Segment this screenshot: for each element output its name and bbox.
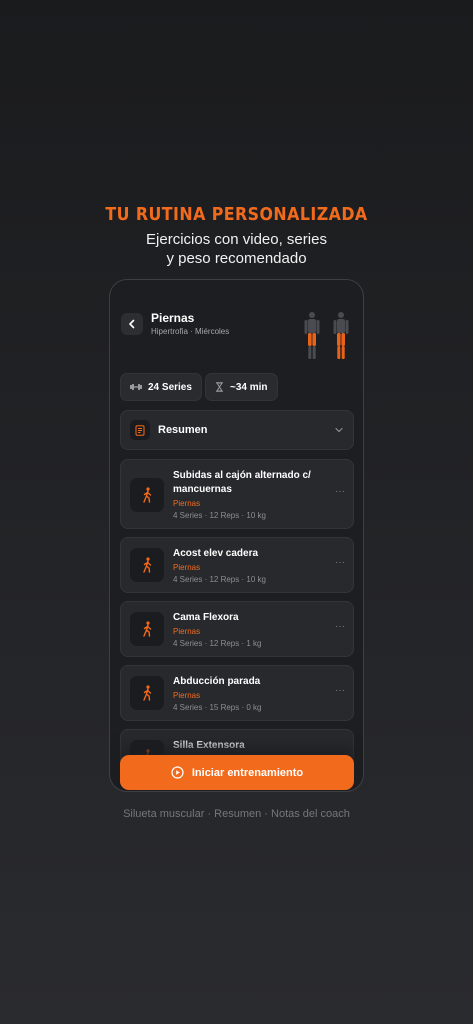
more-icon[interactable]: ··· <box>335 486 345 497</box>
play-circle-icon <box>171 766 184 779</box>
start-training-button[interactable]: Iniciar entrenamiento <box>120 755 354 790</box>
routine-subtitle: Hipertrofia · Miércoles <box>151 327 230 336</box>
feature-footer: Silueta muscular · Resumen · Notas del c… <box>123 808 350 820</box>
phone-mockup: Piernas Hipertrofia · Miércoles 24 Serie… <box>109 279 364 792</box>
notes-icon <box>130 420 150 440</box>
series-chip-label: 24 Series <box>148 381 192 393</box>
walking-icon <box>130 676 164 710</box>
chevron-down-icon <box>335 427 343 433</box>
series-chip: 24 Series <box>120 373 202 401</box>
exercise-card[interactable]: Abducción parada Piernas 4 Series · 15 R… <box>120 665 354 721</box>
body-silhouette-front <box>304 312 320 359</box>
exercise-name: Acost elev cadera <box>173 548 259 559</box>
exercise-card[interactable]: Acost elev cadera Piernas 4 Series · 12 … <box>120 537 354 593</box>
duration-chip: ~34 min <box>205 373 278 401</box>
exercise-group: Piernas <box>173 691 201 700</box>
walking-icon <box>130 478 164 512</box>
exercise-group: Piernas <box>173 563 201 572</box>
body-silhouette-back <box>333 312 349 359</box>
exercise-name: Cama Flexora <box>173 612 239 623</box>
more-icon[interactable]: ··· <box>335 685 345 696</box>
walking-icon <box>130 612 164 646</box>
exercise-meta: 4 Series · 12 Reps · 10 kg <box>173 575 266 584</box>
exercise-name: Subidas al cajón alternado c/ mancuernas <box>173 470 311 495</box>
back-button[interactable] <box>121 313 143 335</box>
more-icon[interactable]: ··· <box>335 557 345 568</box>
exercise-card[interactable]: Subidas al cajón alternado c/ mancuernas… <box>120 459 354 529</box>
exercise-meta: 4 Series · 12 Reps · 10 kg <box>173 511 266 520</box>
dumbbell-icon <box>130 384 142 390</box>
start-training-label: Iniciar entrenamiento <box>191 766 304 779</box>
walking-icon <box>130 548 164 582</box>
promo-subline-2: y peso recomendado <box>166 250 307 267</box>
routine-title: Piernas <box>151 311 195 325</box>
exercise-group: Piernas <box>173 499 201 508</box>
promo-subline: Ejercicios con video, series y peso reco… <box>0 230 473 268</box>
exercise-meta: 4 Series · 15 Reps · 0 kg <box>173 703 262 712</box>
exercise-card[interactable]: Cama Flexora Piernas 4 Series · 12 Reps … <box>120 601 354 657</box>
promo-subline-1: Ejercicios con video, series <box>146 231 327 248</box>
duration-chip-label: ~34 min <box>230 381 268 393</box>
summary-dropdown[interactable]: Resumen <box>120 410 354 450</box>
exercise-group: Piernas <box>173 627 201 636</box>
summary-label: Resumen <box>158 424 208 436</box>
more-icon[interactable]: ··· <box>335 621 345 632</box>
chevron-left-icon <box>129 319 135 329</box>
exercise-meta: 4 Series · 12 Reps · 1 kg <box>173 639 262 648</box>
hourglass-icon <box>216 382 223 392</box>
promo-headline: TU RUTINA PERSONALIZADA <box>105 204 368 225</box>
exercise-name: Silla Extensora <box>173 740 245 751</box>
exercise-name: Abducción parada <box>173 676 261 687</box>
